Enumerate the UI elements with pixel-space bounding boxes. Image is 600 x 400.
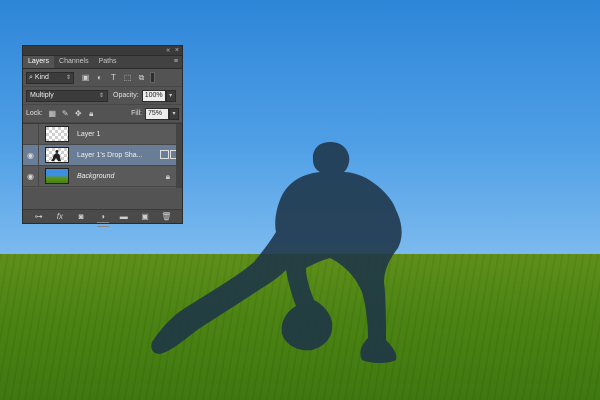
layer-thumbnail [45, 126, 69, 142]
filter-icons: ▣ ◐ T ⬚ ⧉ [80, 72, 147, 83]
chevron-down-icon: ⇕ [98, 93, 104, 99]
layer-name: Layer 1 [77, 130, 101, 138]
filter-kind-dropdown[interactable]: ⌕ Kind ⇕ [26, 71, 74, 84]
layer-row-drop-shadow[interactable]: ◉ Layer 1's Drop Sha... [23, 144, 182, 166]
layer-row-layer-1[interactable]: Layer 1 [23, 123, 182, 145]
lock-image-pixels-icon[interactable]: ✎ [61, 109, 70, 118]
search-icon: ⌕ [29, 73, 33, 81]
layer-name: Layer 1's Drop Sha... [77, 151, 143, 159]
tab-layers[interactable]: Layers [23, 56, 55, 68]
fx-icon[interactable]: fx [54, 211, 65, 223]
panel-tabs: Layers Channels Paths ≡ [23, 56, 182, 69]
chevron-down-icon: ⇕ [65, 75, 71, 81]
type-filter-icon[interactable]: T [108, 72, 119, 83]
layers-list: Layer 1 ◉ Layer 1's Drop Sha... ◉ Backgr… [23, 123, 182, 188]
collapse-panel-icon[interactable]: « [166, 46, 170, 55]
lock-all-icon[interactable]: 🔒︎ [87, 109, 96, 118]
lock-transparent-pixels-icon[interactable]: ▦ [48, 109, 57, 118]
fill-dropdown-arrow[interactable]: ▾ [169, 107, 179, 120]
blend-mode-value: Multiply [30, 92, 54, 99]
filter-kind-label: Kind [34, 74, 49, 81]
folder-icon[interactable]: ▬ [118, 211, 129, 223]
new-layer-icon[interactable]: ▣ [139, 211, 150, 223]
opacity-field[interactable]: 100% [141, 89, 166, 102]
layers-panel: « × Layers Channels Paths ≡ ⌕ Kind ⇕ ▣ ◐… [22, 45, 183, 227]
linked-icon [160, 150, 169, 159]
lock-icons: ▦ ✎ ✥ 🔒︎ [48, 109, 96, 119]
blend-row: Multiply ⇕ Opacity: 100% ▾ [23, 87, 182, 105]
visibility-toggle-hidden[interactable] [23, 123, 39, 145]
layer-name: Background [77, 172, 115, 180]
blend-mode-dropdown[interactable]: Multiply ⇕ [26, 89, 108, 102]
layers-scrollbar[interactable] [176, 124, 182, 188]
lock-icon: 🔒︎ [165, 172, 170, 181]
filter-toggle-switch[interactable] [150, 72, 155, 83]
filter-row: ⌕ Kind ⇕ ▣ ◐ T ⬚ ⧉ [23, 69, 182, 87]
silhouette-thumb-icon [51, 150, 61, 161]
adjustment-filter-icon[interactable]: ◐ [94, 72, 105, 83]
adjustment-icon[interactable]: ◑ [97, 211, 108, 223]
fill-group: Fill: 75% ▾ [126, 107, 179, 120]
eye-icon[interactable]: ◉ [23, 144, 39, 166]
panel-titlebar[interactable]: « × [23, 46, 182, 56]
fill-label: Fill: [131, 110, 142, 117]
panel-bottom-toolbar: ⊶ fx ◙ ◑ ▬ ▣ 🗑︎ [23, 209, 182, 223]
opacity-label: Opacity: [113, 92, 139, 99]
layer-row-background[interactable]: ◉ Background 🔒︎ [23, 165, 182, 187]
trash-icon[interactable]: 🗑︎ [161, 211, 172, 223]
panel-menu-icon[interactable]: ≡ [174, 56, 178, 68]
smart-object-filter-icon[interactable]: ⧉ [136, 72, 147, 83]
shape-filter-icon[interactable]: ⬚ [122, 72, 133, 83]
mask-icon[interactable]: ◙ [76, 211, 87, 223]
lock-label: Lock: [26, 110, 43, 117]
link-icon[interactable]: ⊶ [33, 211, 44, 223]
eye-icon[interactable]: ◉ [23, 165, 39, 187]
resize-grip[interactable] [97, 222, 109, 227]
close-panel-icon[interactable]: × [175, 46, 179, 55]
layer-thumbnail [45, 168, 69, 184]
image-filter-icon[interactable]: ▣ [80, 72, 91, 83]
lock-position-icon[interactable]: ✥ [74, 109, 83, 118]
layer-thumbnail [45, 147, 69, 163]
tab-paths[interactable]: Paths [94, 56, 122, 68]
opacity-dropdown-arrow[interactable]: ▾ [165, 89, 176, 102]
tab-channels[interactable]: Channels [54, 56, 94, 68]
lock-row: Lock: ▦ ✎ ✥ 🔒︎ Fill: 75% ▾ [23, 105, 182, 123]
fill-field[interactable]: 75% [145, 107, 169, 120]
